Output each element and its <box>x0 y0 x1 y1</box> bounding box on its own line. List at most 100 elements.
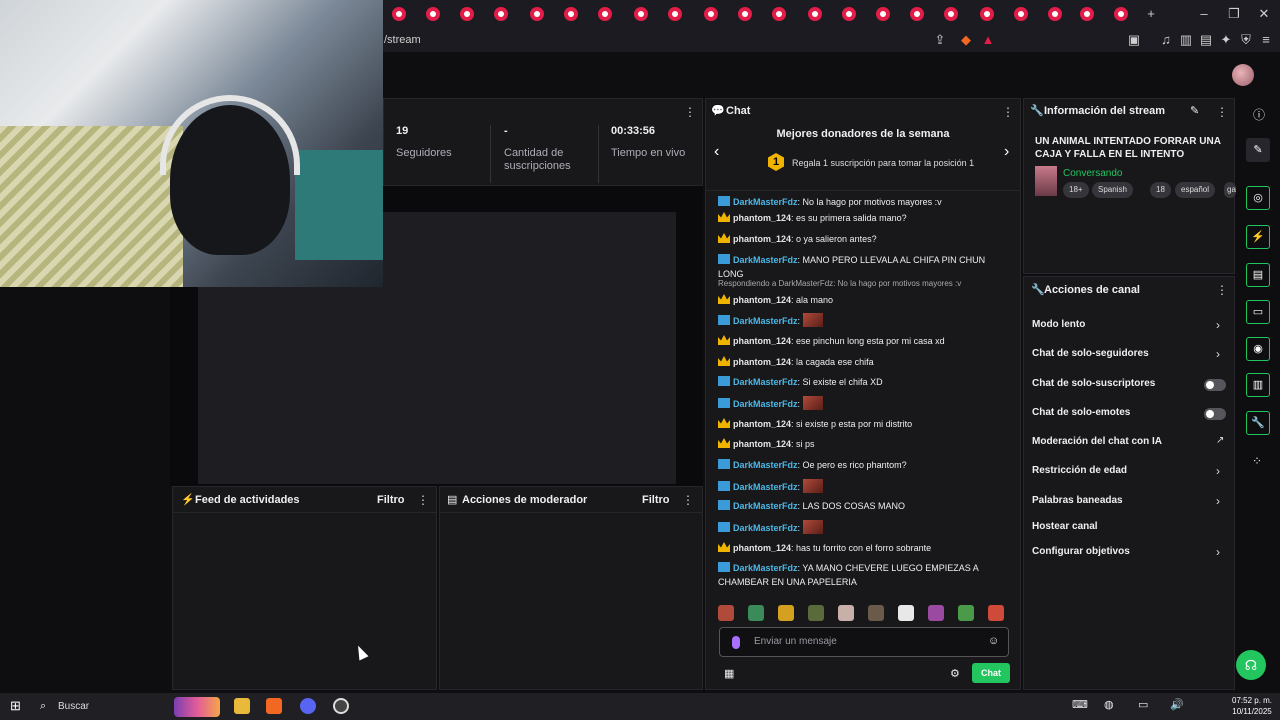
tag-pill[interactable]: ga <box>1224 182 1236 198</box>
file-explorer-icon[interactable] <box>234 698 250 714</box>
chat-username[interactable]: phantom_124 <box>733 336 791 346</box>
chat-message[interactable]: DarkMasterFdz: Oe pero es rico phantom? <box>718 458 1000 472</box>
emote-picker-item[interactable] <box>838 605 854 621</box>
chat-message[interactable]: DarkMasterFdz: <box>718 396 1000 411</box>
emote-picker-item[interactable] <box>868 605 884 621</box>
emote-picker-item[interactable] <box>988 605 1004 621</box>
clock[interactable]: 07:52 p. m. 10/11/2025 <box>1232 695 1272 717</box>
chat-message[interactable]: DarkMasterFdz: No la hago por motivos ma… <box>718 195 1000 209</box>
wallet-icon[interactable]: ▤ <box>1198 32 1214 48</box>
browser-tab[interactable] <box>910 7 924 21</box>
new-tab-icon[interactable]: + <box>1143 6 1159 22</box>
kebab-icon[interactable]: ⋮ <box>417 493 429 507</box>
browser-tab[interactable] <box>1048 7 1062 21</box>
chat-message[interactable]: phantom_124: la cagada ese chifa <box>718 355 1000 369</box>
chat-kebab-icon[interactable]: ⋮ <box>1002 105 1014 119</box>
minimize-icon[interactable]: – <box>1196 6 1212 22</box>
network-icon[interactable]: ▭ <box>1138 698 1148 711</box>
lightning-icon[interactable]: ⚡ <box>1246 225 1270 249</box>
browser-tab[interactable] <box>598 7 612 21</box>
obs-icon[interactable] <box>333 698 349 714</box>
browser-tab[interactable] <box>1014 7 1028 21</box>
prev-arrow-icon[interactable]: ‹ <box>714 143 719 161</box>
chat-message[interactable]: DarkMasterFdz: LAS DOS COSAS MANO <box>718 499 1000 513</box>
emote-picker-item[interactable] <box>748 605 764 621</box>
browser-tab[interactable] <box>1080 7 1094 21</box>
widgets-icon[interactable]: ⌨ <box>1072 698 1088 711</box>
browser-tab[interactable] <box>704 7 718 21</box>
volume-icon[interactable]: 🔊 <box>1170 698 1184 711</box>
chat-message[interactable]: DarkMasterFdz: <box>718 313 1000 328</box>
chat-username[interactable]: phantom_124 <box>733 357 791 367</box>
chat-message[interactable]: DarkMasterFdz: <box>718 520 1000 535</box>
channel-action-item[interactable]: Moderación del chat con IA ↗ <box>1024 435 1236 456</box>
channel-action-item[interactable]: Chat de solo-seguidores › <box>1024 347 1236 368</box>
stats-kebab-icon[interactable]: ⋮ <box>684 105 696 119</box>
browser-tab[interactable] <box>1114 7 1128 21</box>
chat-message[interactable]: phantom_124: has tu forrito con el forro… <box>718 541 1000 555</box>
toggle-switch[interactable] <box>1204 408 1226 420</box>
chat-username[interactable]: DarkMasterFdz <box>733 460 798 470</box>
browser-tab[interactable] <box>944 7 958 21</box>
chat-username[interactable]: DarkMasterFdz <box>733 255 798 265</box>
discord-icon[interactable] <box>300 698 316 714</box>
channel-action-item[interactable]: Hostear canal <box>1024 521 1236 541</box>
edit-icon[interactable]: ✎ <box>1190 104 1199 117</box>
chat-username[interactable]: DarkMasterFdz <box>733 377 798 387</box>
channel-action-item[interactable]: Restricción de edad › <box>1024 464 1236 485</box>
chat-message[interactable]: phantom_124: o ya salieron antes? <box>718 232 1000 246</box>
brave-shield-icon[interactable]: ◆ <box>958 32 974 48</box>
filter-button[interactable]: Filtro <box>377 494 405 506</box>
menu-icon[interactable]: ≡ <box>1258 32 1274 48</box>
chat-username[interactable]: DarkMasterFdz <box>733 316 798 326</box>
mic-icon[interactable] <box>732 636 740 649</box>
chat-username[interactable]: DarkMasterFdz <box>733 482 798 492</box>
avatar[interactable] <box>1232 64 1254 86</box>
send-chat-button[interactable]: Chat <box>972 663 1010 683</box>
windows-start-icon[interactable]: ⊞ <box>10 698 21 714</box>
browser-tab[interactable] <box>876 7 890 21</box>
emote-picker-item[interactable] <box>718 605 734 621</box>
emote-picker-item[interactable] <box>778 605 794 621</box>
chat-username[interactable]: phantom_124 <box>733 419 791 429</box>
close-window-icon[interactable]: ✕ <box>1256 6 1272 22</box>
browser-tab[interactable] <box>668 7 682 21</box>
channel-action-item[interactable]: Modo lento › <box>1024 318 1236 339</box>
chat-username[interactable]: phantom_124 <box>733 543 791 553</box>
chat-username[interactable]: DarkMasterFdz <box>733 399 798 409</box>
chat-message[interactable]: DarkMasterFdz: MANO PERO LLEVALA AL CHIF… <box>718 253 1000 281</box>
chat-icon[interactable]: ▭ <box>1246 300 1270 324</box>
chat-message[interactable]: phantom_124: ese pinchun long esta por m… <box>718 334 1000 348</box>
taskbar-search[interactable]: ⌕ Buscar <box>40 697 222 717</box>
emote-picker-item[interactable] <box>898 605 914 621</box>
document-icon[interactable]: ▤ <box>1246 263 1270 287</box>
stack-icon[interactable]: ▥ <box>1246 373 1270 397</box>
sidebar-icon[interactable]: ▥ <box>1178 32 1194 48</box>
url-text[interactable]: /stream <box>384 34 421 46</box>
chat-username[interactable]: DarkMasterFdz <box>733 523 798 533</box>
chat-message[interactable]: phantom_124: si existe p esta por mi dis… <box>718 417 1000 431</box>
help-headset-icon[interactable]: ☊ <box>1236 650 1266 680</box>
emote-picker-item[interactable] <box>958 605 974 621</box>
browser-tab[interactable] <box>738 7 752 21</box>
kebab-icon[interactable]: ⋮ <box>1216 283 1228 297</box>
tag-pill[interactable]: 18+ <box>1063 182 1089 198</box>
channel-action-item[interactable]: Configurar objetivos › <box>1024 545 1236 566</box>
chat-username[interactable]: DarkMasterFdz <box>733 501 798 511</box>
camera-icon[interactable]: ◎ <box>1246 186 1270 210</box>
browser-tab[interactable] <box>980 7 994 21</box>
wrench-icon[interactable]: 🔧 <box>1246 411 1270 435</box>
channel-action-item[interactable]: Palabras baneadas › <box>1024 494 1236 515</box>
category-name[interactable]: Conversando <box>1063 168 1122 179</box>
channel-action-item[interactable]: Chat de solo-emotes <box>1024 407 1236 427</box>
browser-tab[interactable] <box>842 7 856 21</box>
filter-button[interactable]: Filtro <box>642 494 670 506</box>
chat-message[interactable]: DarkMasterFdz: YA MANO CHEVERE LUEGO EMP… <box>718 561 1000 589</box>
chat-message[interactable]: phantom_124: ala mano <box>718 293 1000 307</box>
chat-message[interactable]: DarkMasterFdz: <box>718 479 1000 494</box>
browser-tab[interactable] <box>426 7 440 21</box>
emote-picker-item[interactable] <box>808 605 824 621</box>
tag-pill[interactable]: español <box>1175 182 1216 198</box>
info-icon[interactable]: ⓘ <box>1253 106 1265 123</box>
leo-ai-icon[interactable]: ✦ <box>1218 32 1234 48</box>
